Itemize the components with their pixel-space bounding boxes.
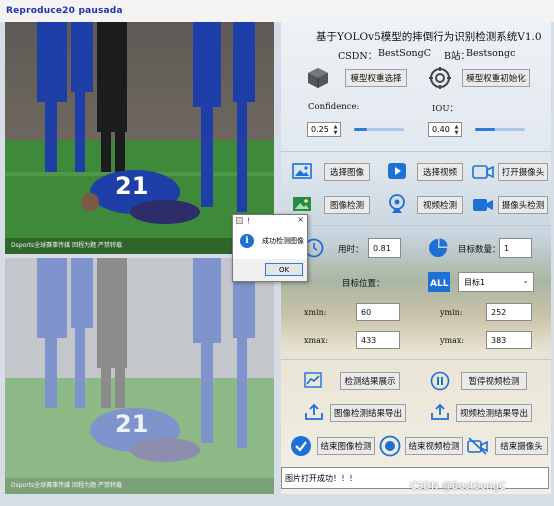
ok-button[interactable]: OK bbox=[265, 263, 303, 276]
open-camera-button[interactable]: 打开摄像头 bbox=[498, 163, 548, 181]
result-image bbox=[5, 258, 274, 494]
stop-circle-icon[interactable] bbox=[379, 435, 401, 457]
camera-detect-button[interactable]: 摄像头检测 bbox=[498, 196, 548, 214]
xmax-label: xmax: bbox=[304, 336, 329, 345]
result-image-caption: Dsports全球赛事传媒 回程为题 严禁转载 bbox=[11, 482, 122, 489]
count-field[interactable]: 1 bbox=[499, 238, 532, 258]
pause-video-button[interactable]: 暂停视频检测 bbox=[461, 372, 527, 390]
select-image-button[interactable]: 选择图像 bbox=[324, 163, 370, 181]
ymax-field[interactable]: 383 bbox=[486, 331, 532, 349]
result-image-panel: 21 Dsports全球赛事传媒 回程为题 严禁转载 bbox=[5, 258, 274, 494]
confidence-spinbox[interactable]: 0.25 ▲ ▼ bbox=[307, 122, 341, 137]
iou-spinbox[interactable]: 0.40 ▲ ▼ bbox=[428, 122, 462, 137]
divider bbox=[281, 151, 551, 152]
video-detect-button[interactable]: 视频检测 bbox=[417, 196, 463, 214]
window-title: Reproduce20 pausada bbox=[6, 6, 123, 16]
end-camera-button[interactable]: 结束摄像头 bbox=[495, 437, 548, 455]
dialog-message: 成功检测图像 bbox=[262, 237, 304, 245]
check-circle-icon[interactable] bbox=[290, 435, 312, 457]
all-icon: ALL bbox=[428, 272, 450, 292]
pause-icon[interactable] bbox=[430, 371, 450, 391]
export-image-results-button[interactable]: 图像检测结果导出 bbox=[330, 404, 406, 422]
target-select-value: 目标1 bbox=[464, 278, 486, 287]
upload-icon[interactable] bbox=[304, 403, 324, 421]
time-field[interactable]: 0.81 bbox=[368, 238, 401, 258]
xmin-label: xmin: bbox=[304, 308, 327, 317]
cube-icon[interactable] bbox=[306, 66, 330, 90]
confidence-slider[interactable] bbox=[354, 128, 404, 131]
target-icon[interactable] bbox=[428, 66, 452, 90]
webcam-icon[interactable] bbox=[387, 193, 407, 215]
close-icon[interactable]: × bbox=[297, 215, 304, 224]
show-results-button[interactable]: 检测结果展示 bbox=[340, 372, 400, 390]
jersey-number: 21 bbox=[115, 172, 149, 200]
image-detect-button[interactable]: 图像检测 bbox=[324, 196, 370, 214]
app-title: 基于YOLOv5模型的摔倒行为识别检测系统V1.0 bbox=[316, 31, 542, 43]
select-video-button[interactable]: 选择视频 bbox=[417, 163, 463, 181]
info-icon: i bbox=[240, 234, 254, 248]
line-chart-icon[interactable] bbox=[304, 372, 322, 388]
position-label: 目标位置： bbox=[342, 279, 385, 289]
iou-slider-fill bbox=[475, 128, 495, 131]
iou-label: IOU： bbox=[432, 104, 458, 114]
iou-slider[interactable] bbox=[475, 128, 525, 131]
chevron-down-icon[interactable]: ⌄ bbox=[522, 276, 529, 285]
divider bbox=[281, 225, 551, 226]
confidence-label: Confidence: bbox=[308, 102, 360, 112]
dialog-titlebar: ！ × bbox=[233, 215, 307, 227]
camera-icon[interactable] bbox=[472, 165, 494, 179]
video-file-icon[interactable] bbox=[387, 162, 407, 180]
end-video-detect-button[interactable]: 结束视频检测 bbox=[405, 437, 463, 455]
ymin-label: ymin: bbox=[440, 308, 463, 317]
xmax-field[interactable]: 433 bbox=[356, 331, 400, 349]
image-detect-icon[interactable] bbox=[292, 196, 312, 212]
time-label: 用时： bbox=[338, 245, 364, 255]
confidence-spinbox-value: 0.25 bbox=[311, 125, 329, 134]
export-video-results-button[interactable]: 视频检测结果导出 bbox=[456, 404, 532, 422]
dialog-body: i 成功检测图像 bbox=[233, 227, 307, 259]
count-label: 目标数量： bbox=[458, 245, 501, 255]
iou-spinbox-value: 0.40 bbox=[432, 125, 450, 134]
camera-detect-icon[interactable] bbox=[472, 198, 494, 212]
spin-arrows-icon[interactable]: ▲ ▼ bbox=[332, 124, 339, 136]
svg-text:ALL: ALL bbox=[430, 279, 449, 289]
csdn-label: CSDN： bbox=[338, 51, 378, 62]
ymin-field[interactable]: 252 bbox=[486, 303, 532, 321]
end-image-detect-button[interactable]: 结束图像检测 bbox=[317, 437, 375, 455]
model-select-button[interactable]: 模型权重选择 bbox=[345, 69, 407, 87]
xmin-field[interactable]: 60 bbox=[356, 303, 400, 321]
confidence-slider-fill bbox=[354, 128, 367, 131]
divider bbox=[281, 359, 551, 360]
dialog-footer: OK bbox=[233, 259, 307, 281]
upload-icon[interactable] bbox=[430, 403, 450, 421]
ymax-label: ymax: bbox=[440, 336, 465, 345]
message-dialog: ！ × i 成功检测图像 OK bbox=[232, 214, 308, 282]
target-select[interactable]: 目标1 ⌄ bbox=[458, 272, 534, 292]
dialog-title: ！ bbox=[247, 217, 254, 225]
image-caption: Dsports全球赛事传媒 回程为题 严禁转载 bbox=[11, 242, 122, 249]
camera-off-icon[interactable] bbox=[467, 437, 489, 455]
result-jersey-number: 21 bbox=[115, 410, 149, 438]
bilibili-value: Bestsongc bbox=[466, 48, 516, 59]
image-icon[interactable] bbox=[292, 163, 312, 179]
status-message: 图片打开成功！！！ bbox=[285, 474, 357, 483]
pie-chart-icon bbox=[428, 238, 448, 258]
app-icon bbox=[236, 217, 243, 224]
csdn-value: BestSongC bbox=[378, 48, 431, 59]
spin-arrows-icon[interactable]: ▲ ▼ bbox=[453, 124, 460, 136]
model-init-button[interactable]: 模型权重初始化 bbox=[462, 69, 530, 87]
csdn-watermark: CSDN @BestSongC bbox=[410, 481, 506, 492]
